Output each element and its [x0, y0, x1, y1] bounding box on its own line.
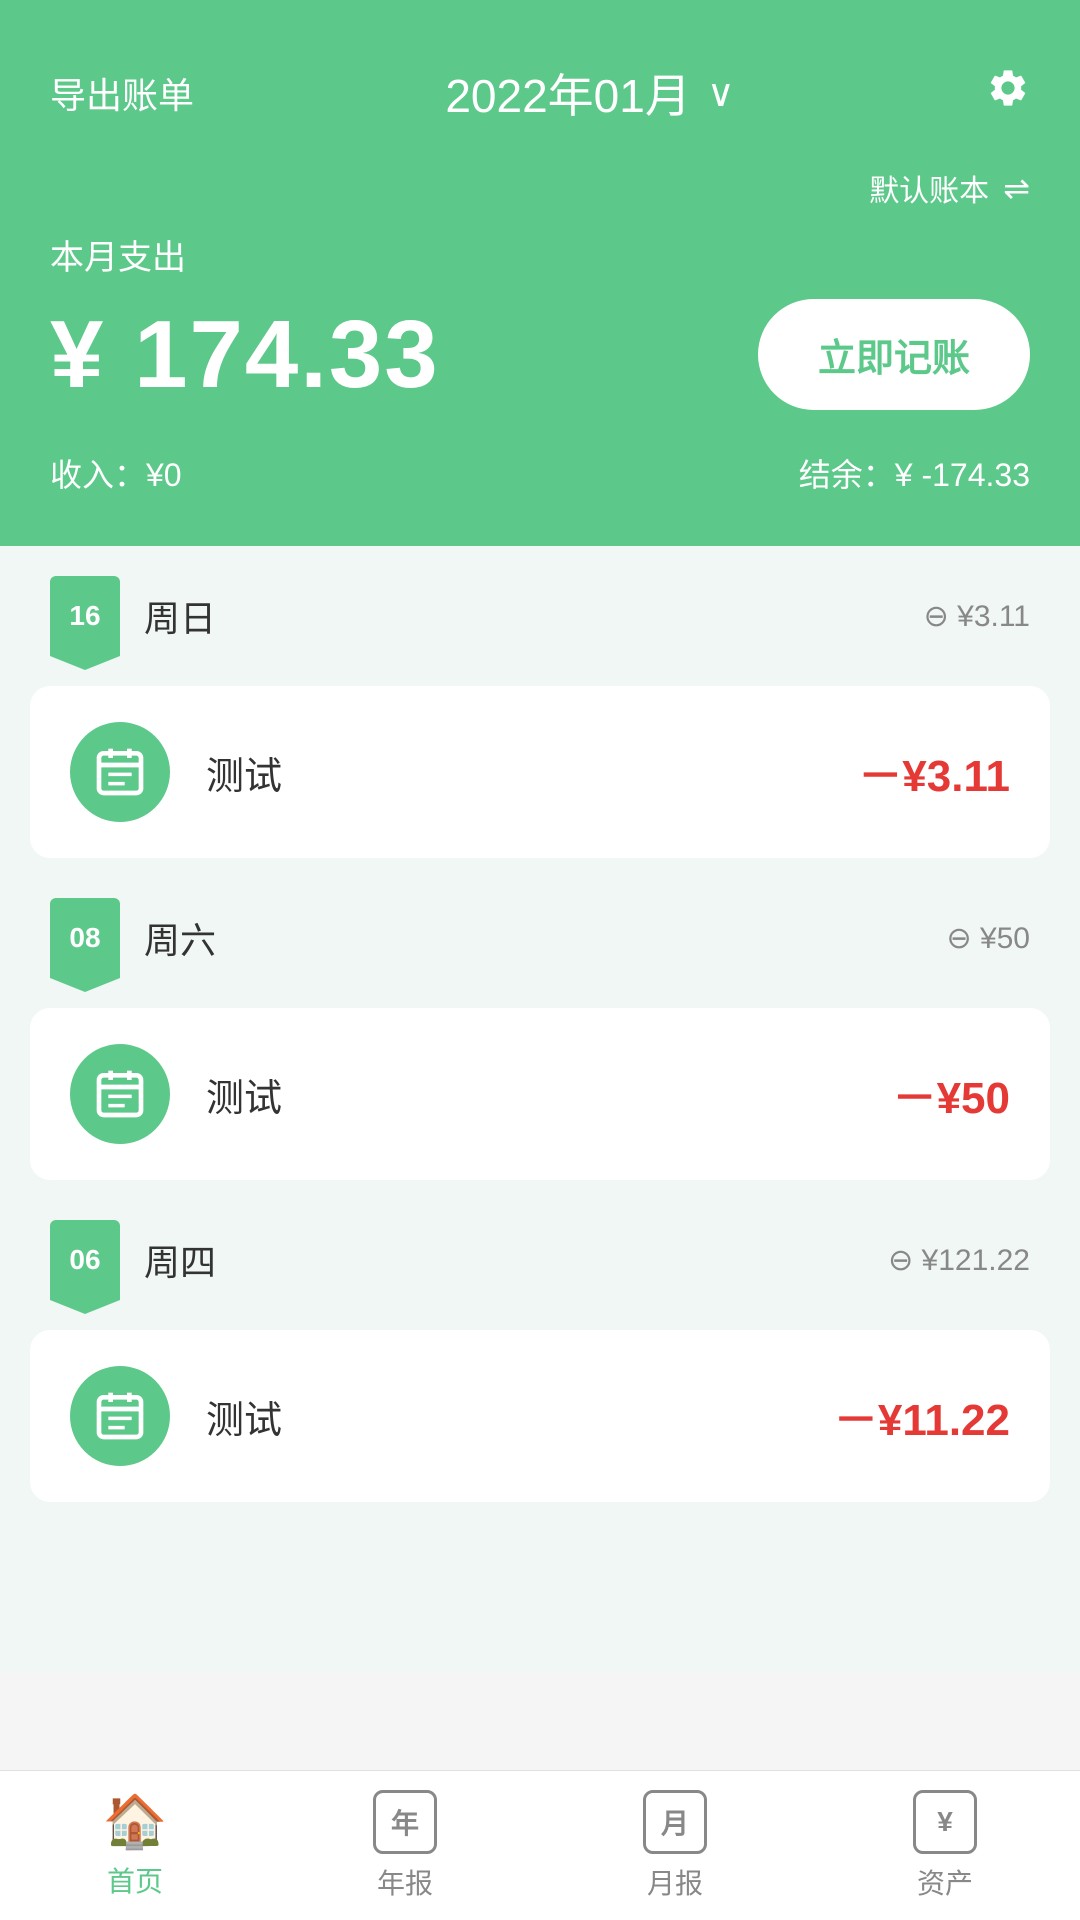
nav-label-home: 首页	[107, 1860, 163, 1900]
day-group-16: 16 周日 ⊖ ¥3.11 测试 －¥3.11	[0, 546, 1080, 858]
nav-label-annual: 年报	[377, 1862, 433, 1902]
day-header-16: 16 周日 ⊖ ¥3.11	[0, 546, 1080, 676]
transaction-list: 16 周日 ⊖ ¥3.11 测试 －¥3.11	[0, 546, 1080, 1672]
account-book-label: 默认账本	[869, 166, 989, 210]
bottom-nav: 🏠 首页 年 年报 月 月报 ¥ 资产	[0, 1770, 1080, 1920]
top-bar: 导出账单 2022年01月 ∨	[50, 60, 1030, 126]
export-button[interactable]: 导出账单	[50, 67, 194, 119]
nav-item-home[interactable]: 🏠 首页	[0, 1771, 270, 1920]
transaction-name: 测试	[206, 1067, 857, 1122]
nav-item-monthly[interactable]: 月 月报	[540, 1771, 810, 1920]
settings-button[interactable]	[986, 66, 1030, 121]
day-name-16: 周日	[144, 590, 216, 642]
header-section: 导出账单 2022年01月 ∨ 默认账本 ⇌ 本月支出 ¥ 174.33 立即记…	[0, 0, 1080, 546]
transaction-amount: －¥11.22	[834, 1384, 1010, 1448]
category-icon	[70, 1366, 170, 1466]
annual-icon: 年	[373, 1790, 437, 1854]
balance-summary: 结余：¥ -174.33	[799, 450, 1030, 496]
assets-icon: ¥	[913, 1790, 977, 1854]
transaction-amount: －¥50	[893, 1062, 1010, 1126]
day-left-16: 16 周日	[50, 576, 216, 656]
table-row[interactable]: 测试 －¥50	[30, 1008, 1050, 1180]
transaction-amount: －¥3.11	[858, 740, 1010, 804]
expense-label: 本月支出	[50, 230, 1030, 279]
account-row: 默认账本 ⇌	[50, 166, 1030, 210]
nav-label-monthly: 月报	[647, 1862, 703, 1902]
day-group-08: 08 周六 ⊖ ¥50 测试 －¥50	[0, 868, 1080, 1180]
amount-row: ¥ 174.33 立即记账	[50, 299, 1030, 410]
day-left-06: 06 周四	[50, 1220, 216, 1300]
summary-row: 收入：¥0 结余：¥ -174.33	[50, 450, 1030, 496]
month-selector-button[interactable]: 2022年01月 ∨	[445, 60, 734, 126]
quick-record-button[interactable]: 立即记账	[758, 299, 1030, 410]
day-name-08: 周六	[144, 912, 216, 964]
table-row[interactable]: 测试 －¥3.11	[30, 686, 1050, 858]
gear-icon	[986, 66, 1030, 110]
calendar-icon	[92, 1066, 148, 1122]
calendar-icon	[92, 744, 148, 800]
income-summary: 收入：¥0	[50, 450, 182, 496]
category-icon	[70, 1044, 170, 1144]
switch-account-icon[interactable]: ⇌	[1003, 169, 1030, 207]
day-group-06: 06 周四 ⊖ ¥121.22 测试 －¥11.22	[0, 1190, 1080, 1502]
transaction-name: 测试	[206, 1389, 798, 1444]
nav-item-assets[interactable]: ¥ 资产	[810, 1771, 1080, 1920]
table-row[interactable]: 测试 －¥11.22	[30, 1330, 1050, 1502]
day-total-08: ⊖ ¥50	[946, 921, 1030, 956]
monthly-icon: 月	[643, 1790, 707, 1854]
day-badge-06: 06	[50, 1220, 120, 1300]
day-total-16: ⊖ ¥3.11	[924, 599, 1030, 634]
day-header-06: 06 周四 ⊖ ¥121.22	[0, 1190, 1080, 1320]
day-badge-08: 08	[50, 898, 120, 978]
nav-label-assets: 资产	[917, 1862, 973, 1902]
day-badge-16: 16	[50, 576, 120, 656]
day-left-08: 08 周六	[50, 898, 216, 978]
day-total-06: ⊖ ¥121.22	[888, 1243, 1030, 1278]
nav-item-annual[interactable]: 年 年报	[270, 1771, 540, 1920]
calendar-icon	[92, 1388, 148, 1444]
chevron-down-icon: ∨	[707, 71, 735, 116]
home-icon: 🏠	[103, 1791, 168, 1852]
current-month: 2022年01月	[445, 60, 691, 126]
category-icon	[70, 722, 170, 822]
transaction-name: 测试	[206, 745, 822, 800]
day-name-06: 周四	[144, 1234, 216, 1286]
day-header-08: 08 周六 ⊖ ¥50	[0, 868, 1080, 998]
total-expense-amount: ¥ 174.33	[50, 300, 440, 410]
